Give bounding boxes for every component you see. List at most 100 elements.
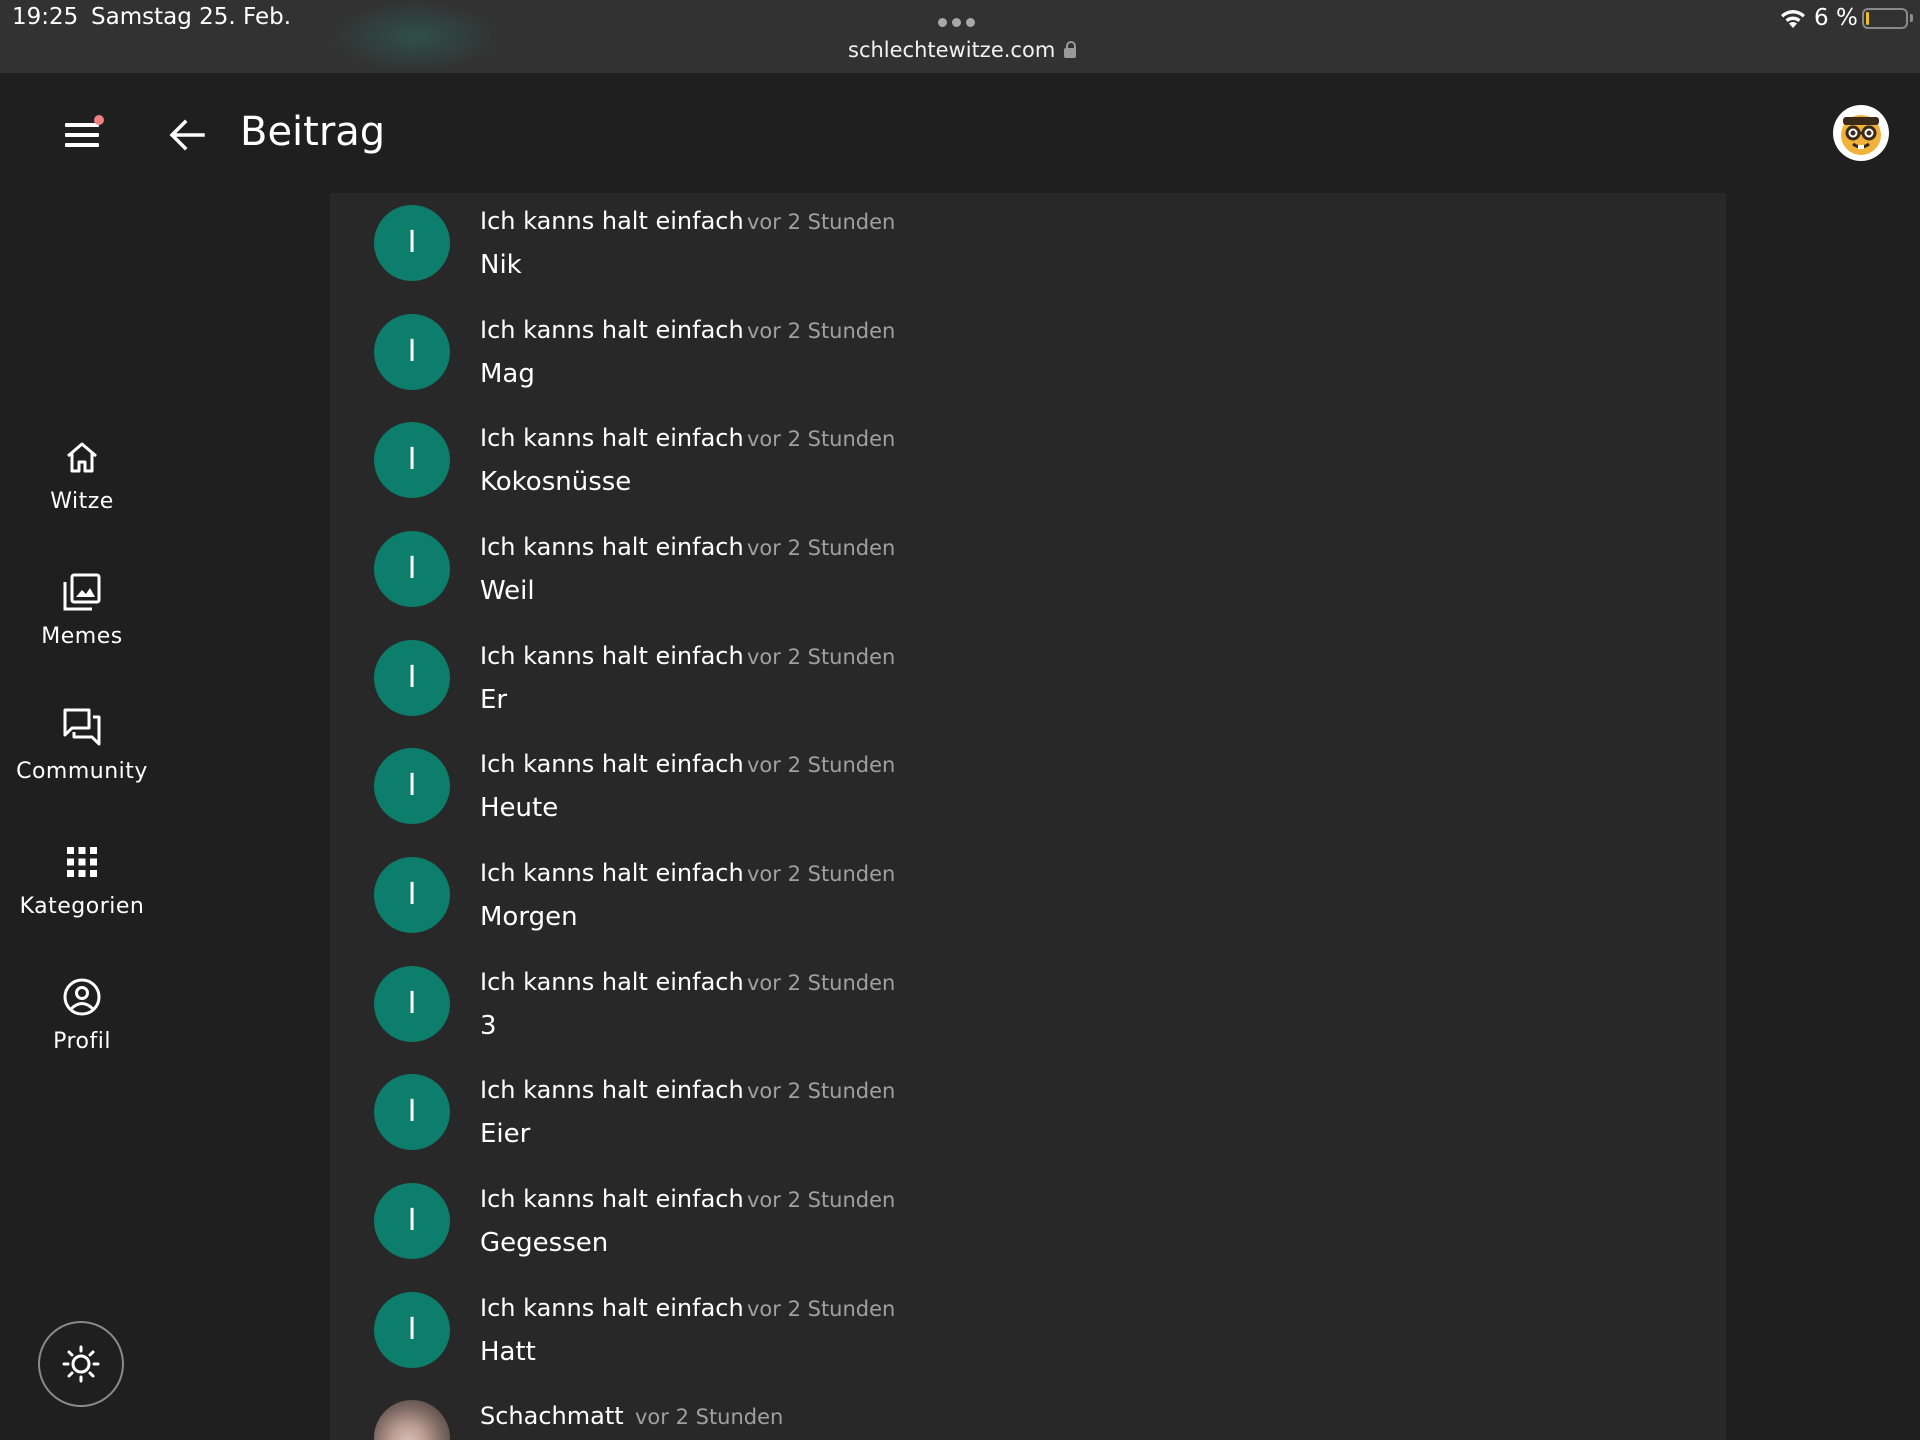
comment-item: Schachmatt vor 2 Stunden [330,1388,1726,1440]
comment-author[interactable]: Ich kanns halt einfach [480,1185,744,1213]
battery-percentage: 6 % [1814,5,1858,31]
comment-timestamp: vor 2 Stunden [747,1188,896,1212]
comment-text: Er [480,685,508,715]
status-bar-glow [330,0,500,73]
back-arrow-icon[interactable] [165,113,209,157]
comment-avatar[interactable]: I [374,205,450,281]
comment-author[interactable]: Ich kanns halt einfach [480,1294,744,1322]
comment-avatar[interactable]: I [374,1074,450,1150]
url-text: schlechtewitze.com [848,38,1056,62]
battery-tip [1910,14,1913,22]
comment-avatar[interactable]: I [374,1292,450,1368]
sidebar-item-kategorien[interactable]: Kategorien [0,841,164,951]
comment-author[interactable]: Ich kanns halt einfach [480,859,744,887]
comment-avatar-photo[interactable] [374,1400,450,1440]
avatar-initial: I [407,660,417,695]
comment-avatar[interactable]: I [374,314,450,390]
theme-toggle-button[interactable] [38,1321,124,1407]
comment-timestamp: vor 2 Stunden [635,1405,784,1429]
comment-timestamp: vor 2 Stunden [747,1079,896,1103]
comment-text: Morgen [480,902,578,932]
comment-text: Mag [480,359,535,389]
sidebar-item-witze[interactable]: Witze [0,436,164,546]
sidebar-item-memes[interactable]: Memes [0,571,164,681]
comment-author[interactable]: Schachmatt [480,1402,624,1430]
app-bar: Beitrag [0,73,1920,193]
comment-author[interactable]: Ich kanns halt einfach [480,750,744,778]
comment-text: Kokosnüsse [480,467,632,497]
sidebar-item-label: Kategorien [19,894,145,919]
comment-text: Gegessen [480,1228,609,1258]
comment-avatar[interactable]: I [374,640,450,716]
brightness-icon [62,1345,100,1383]
menu-button[interactable] [58,115,108,155]
comment-item: I Ich kanns halt einfach vor 2 Stunden E… [330,1062,1726,1170]
comment-timestamp: vor 2 Stunden [747,1297,896,1321]
sidebar-item-profil[interactable]: Profil [0,976,164,1086]
avatar-initial: I [407,768,417,803]
comment-author[interactable]: Ich kanns halt einfach [480,533,744,561]
avatar-initial: I [407,334,417,369]
comment-author[interactable]: Ich kanns halt einfach [480,207,744,235]
comment-item: I Ich kanns halt einfach vor 2 Stunden G… [330,1171,1726,1279]
comment-author[interactable]: Ich kanns halt einfach [480,1076,744,1104]
comment-author[interactable]: Ich kanns halt einfach [480,316,744,344]
comment-item: I Ich kanns halt einfach vor 2 Stunden H… [330,736,1726,844]
status-time: 19:25 [12,4,79,30]
comment-timestamp: vor 2 Stunden [747,645,896,669]
comment-avatar[interactable]: I [374,966,450,1042]
avatar-initial: I [407,1312,417,1347]
comment-timestamp: vor 2 Stunden [747,536,896,560]
avatar-initial: I [407,225,417,260]
comment-text: Nik [480,250,522,280]
avatar-initial: I [407,442,417,477]
nerd-emoji-icon [1841,115,1881,155]
page-title: Beitrag [240,109,386,155]
user-avatar[interactable] [1833,105,1889,161]
comment-text: Hatt [480,1337,536,1367]
status-date: Samstag 25. Feb. [91,4,292,30]
comment-item: I Ich kanns halt einfach vor 2 Stunden M… [330,302,1726,410]
image-library-icon [63,573,101,611]
address-bar[interactable]: schlechtewitze.com [848,38,1077,62]
comment-text: 3 [480,1011,497,1041]
comment-item: I Ich kanns halt einfach vor 2 Stunden N… [330,193,1726,301]
avatar-initial: I [407,551,417,586]
account-circle-icon [63,978,101,1016]
avatar-initial: I [407,986,417,1021]
notification-dot [94,115,104,125]
comment-list: I Ich kanns halt einfach vor 2 Stunden N… [330,193,1726,1440]
comment-avatar[interactable]: I [374,531,450,607]
wifi-icon [1781,10,1805,28]
sidebar-item-community[interactable]: Community [0,706,164,816]
battery-icon [1862,8,1908,29]
avatar-initial: I [407,877,417,912]
home-icon [67,442,97,473]
comment-timestamp: vor 2 Stunden [747,210,896,234]
comment-text: Eier [480,1119,531,1149]
comment-avatar[interactable]: I [374,422,450,498]
comment-timestamp: vor 2 Stunden [747,753,896,777]
avatar-initial: I [407,1094,417,1129]
comment-author[interactable]: Ich kanns halt einfach [480,968,744,996]
comment-item: I Ich kanns halt einfach vor 2 Stunden 3 [330,954,1726,1062]
grid-icon [67,847,97,877]
lock-icon [1064,40,1077,58]
status-bar: 19:25 Samstag 25. Feb. schlechtewitze.co… [0,0,1920,73]
comment-item: I Ich kanns halt einfach vor 2 Stunden W… [330,519,1726,627]
avatar-initial: I [407,1203,417,1238]
sidebar-item-label: Witze [50,489,114,514]
multitasking-dots-icon[interactable] [938,18,975,27]
comment-avatar[interactable]: I [374,857,450,933]
comment-timestamp: vor 2 Stunden [747,862,896,886]
sidebar-item-label: Memes [41,624,123,649]
comment-item: I Ich kanns halt einfach vor 2 Stunden H… [330,1280,1726,1388]
comment-text: Weil [480,576,535,606]
comment-item: I Ich kanns halt einfach vor 2 Stunden K… [330,410,1726,518]
comment-author[interactable]: Ich kanns halt einfach [480,642,744,670]
sidebar-item-label: Profil [53,1029,111,1054]
comment-avatar[interactable]: I [374,1183,450,1259]
comment-author[interactable]: Ich kanns halt einfach [480,424,744,452]
comment-avatar[interactable]: I [374,748,450,824]
comment-timestamp: vor 2 Stunden [747,319,896,343]
